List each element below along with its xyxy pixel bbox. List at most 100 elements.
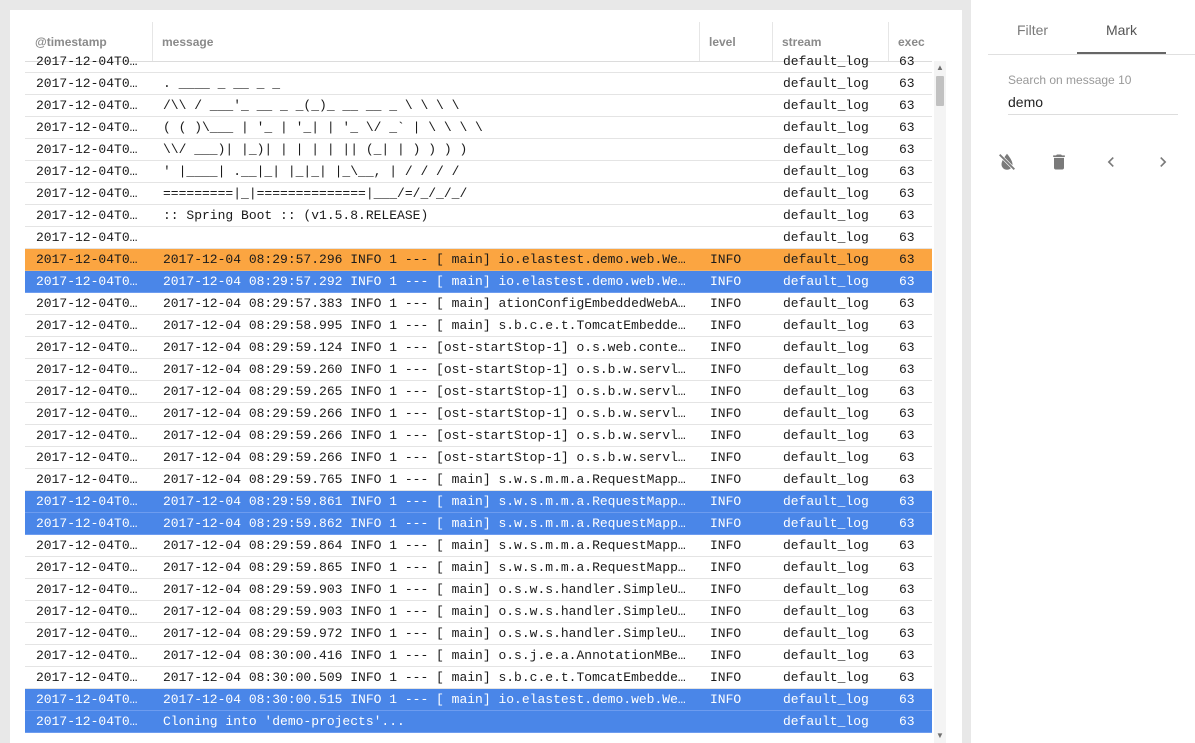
timestamp-cell: 2017-12-04T0… [36,516,138,531]
stream-cell: default_log [783,318,869,333]
table-row[interactable]: 2017-12-04T0… \\/ ___)| |_)| | | | | || (… [25,139,932,161]
stream-cell: default_log [783,538,869,553]
tab-mark[interactable]: Mark [1077,10,1166,54]
message-cell: ' |____| .__|_| |_|_| |_\__, | / / / / [163,164,460,179]
clear-marks-icon [998,153,1016,171]
table-row[interactable]: 2017-12-04T0… 2017-12-04 08:29:57.383 INF… [25,293,932,315]
table-row[interactable]: 2017-12-04T0… default_log 63 [25,51,932,73]
timestamp-cell: 2017-12-04T0… [36,560,138,575]
active-tab-indicator [1077,52,1166,54]
scroll-up-arrow-icon[interactable]: ▲ [934,63,946,73]
level-cell [710,95,768,116]
level-cell: INFO [710,252,742,267]
table-row[interactable]: 2017-12-04T0… 2017-12-04 08:29:57.296 INF… [25,249,932,271]
table-row[interactable]: 2017-12-04T0… 2017-12-04 08:30:00.515 INF… [25,689,932,711]
level-cell: INFO [710,428,742,443]
stream-cell: default_log [783,450,869,465]
table-row[interactable]: 2017-12-04T0…:: Spring Boot :: (v1.5.8.R… [25,205,932,227]
table-row[interactable]: 2017-12-04T0… ' |____| .__|_| |_|_| |_\__… [25,161,932,183]
table-row[interactable]: 2017-12-04T0… 2017-12-04 08:29:57.292 INF… [25,271,932,293]
vertical-scrollbar[interactable] [934,61,946,743]
stream-cell: default_log [783,560,869,575]
table-row[interactable]: 2017-12-04T0… 2017-12-04 08:29:59.260 INF… [25,359,932,381]
table-row[interactable]: 2017-12-04T0… Cloning into 'demo-projects… [25,711,932,733]
level-cell [710,183,768,204]
level-cell: INFO [710,384,742,399]
timestamp-cell: 2017-12-04T0… [36,76,138,91]
stream-cell: default_log [783,714,869,729]
stream-cell: default_log [783,296,869,311]
table-row[interactable]: 2017-12-04T0… 2017-12-04 08:30:00.416 INF… [25,645,932,667]
timestamp-cell: 2017-12-04T0… [36,54,138,69]
table-row[interactable]: 2017-12-04T0… 2017-12-04 08:29:59.765 INF… [25,469,932,491]
timestamp-cell: 2017-12-04T0… [36,648,138,663]
table-row[interactable]: 2017-12-04T0… ( ( )\___ | '_ | '_| | '_ \… [25,117,932,139]
exec-cell: 63 [899,164,915,179]
table-row[interactable]: 2017-12-04T0… 2017-12-04 08:29:59.124 INF… [25,337,932,359]
exec-cell: 63 [899,582,915,597]
table-row[interactable]: 2017-12-04T0… 2017-12-04 08:29:59.266 INF… [25,403,932,425]
table-row[interactable]: 2017-12-04T0… 2017-12-04 08:29:59.865 INF… [25,557,932,579]
table-row[interactable]: 2017-12-04T0… . ____ _ __ _ _ default_log 6… [25,73,932,95]
timestamp-cell: 2017-12-04T0… [36,340,138,355]
message-cell: 2017-12-04 08:29:59.265 INFO 1 --- [ost-… [163,384,686,399]
level-cell [710,139,768,160]
table-row[interactable]: 2017-12-04T0… 2017-12-04 08:29:59.903 INF… [25,579,932,601]
message-cell: 2017-12-04 08:29:59.124 INFO 1 --- [ost-… [163,340,686,355]
table-row[interactable]: 2017-12-04T0… 2017-12-04 08:29:59.265 INF… [25,381,932,403]
table-row[interactable]: 2017-12-04T0… 2017-12-04 08:30:00.509 INF… [25,667,932,689]
table-row[interactable]: 2017-12-04T0… 2017-12-04 08:29:59.862 INF… [25,513,932,535]
table-row[interactable]: 2017-12-04T0… 2017-12-04 08:29:59.861 INF… [25,491,932,513]
clear-marks-button[interactable] [995,150,1019,174]
timestamp-cell: 2017-12-04T0… [36,626,138,641]
message-cell: /\\ / ___'_ __ _ _(_)_ __ __ _ \ \ \ \ [163,98,460,113]
stream-cell: default_log [783,692,869,707]
timestamp-cell: 2017-12-04T0… [36,582,138,597]
timestamp-cell: 2017-12-04T0… [36,714,138,729]
timestamp-cell: 2017-12-04T0… [36,98,138,113]
level-cell: INFO [710,340,742,355]
level-cell: INFO [710,362,742,377]
timestamp-cell: 2017-12-04T0… [36,252,138,267]
timestamp-cell: 2017-12-04T0… [36,274,138,289]
delete-button[interactable] [1047,150,1071,174]
scrollbar-thumb[interactable] [936,76,944,106]
stream-cell: default_log [783,582,869,597]
message-cell: 2017-12-04 08:30:00.515 INFO 1 --- [ mai… [163,692,686,707]
message-cell: 2017-12-04 08:29:59.865 INFO 1 --- [ mai… [163,560,686,575]
message-cell: 2017-12-04 08:29:59.903 INFO 1 --- [ mai… [163,604,686,619]
exec-cell: 63 [899,428,915,443]
table-row[interactable]: 2017-12-04T0… 2017-12-04 08:29:59.864 INF… [25,535,932,557]
table-row[interactable]: 2017-12-04T0… 2017-12-04 08:29:59.903 INF… [25,601,932,623]
table-row[interactable]: 2017-12-04T0… 2017-12-04 08:29:59.266 INF… [25,425,932,447]
tab-filter[interactable]: Filter [988,10,1077,54]
table-row[interactable]: 2017-12-04T0… 2017-12-04 08:29:58.995 INF… [25,315,932,337]
table-row[interactable]: 2017-12-04T0… 2017-12-04 08:29:59.972 INF… [25,623,932,645]
message-cell: 2017-12-04 08:29:59.864 INFO 1 --- [ mai… [163,538,686,553]
exec-cell: 63 [899,340,915,355]
search-message-input[interactable] [1008,90,1178,115]
table-row[interactable]: 2017-12-04T0… 2017-12-04 08:29:59.266 INF… [25,447,932,469]
level-cell: INFO [710,274,742,289]
stream-cell: default_log [783,362,869,377]
exec-cell: 63 [899,142,915,157]
scroll-down-arrow-icon[interactable]: ▼ [934,731,946,741]
message-cell: 2017-12-04 08:29:59.903 INFO 1 --- [ mai… [163,582,686,597]
previous-mark-button[interactable] [1099,150,1123,174]
level-cell: INFO [710,538,742,553]
stream-cell: default_log [783,98,869,113]
stream-cell: default_log [783,428,869,443]
exec-cell: 63 [899,362,915,377]
level-cell [710,711,768,732]
timestamp-cell: 2017-12-04T0… [36,538,138,553]
exec-cell: 63 [899,274,915,289]
table-row[interactable]: 2017-12-04T0… =========|_|==============|… [25,183,932,205]
timestamp-cell: 2017-12-04T0… [36,494,138,509]
level-cell: INFO [710,582,742,597]
exec-cell: 63 [899,670,915,685]
next-mark-button[interactable] [1151,150,1175,174]
table-row[interactable]: 2017-12-04T0… /\\ / ___'_ __ _ _(_)_ __ _… [25,95,932,117]
message-cell: 2017-12-04 08:29:59.260 INFO 1 --- [ost-… [163,362,686,377]
table-row[interactable]: 2017-12-04T0… default_log 63 [25,227,932,249]
stream-cell: default_log [783,142,869,157]
